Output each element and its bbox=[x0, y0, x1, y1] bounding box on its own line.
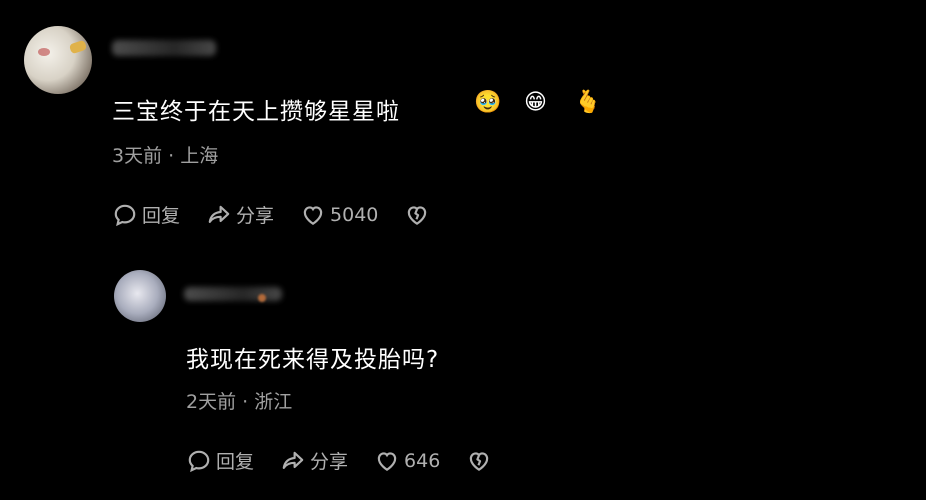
share-label: 分享 bbox=[236, 205, 275, 227]
reply-label: 回复 bbox=[216, 451, 255, 473]
share-arrow-icon bbox=[282, 451, 304, 469]
emoji: 🥹 bbox=[474, 90, 502, 115]
reply-button[interactable]: 回复 bbox=[186, 447, 254, 474]
speech-bubble-icon bbox=[114, 204, 136, 226]
share-button[interactable]: 分享 bbox=[206, 201, 274, 228]
heart-icon bbox=[303, 205, 323, 225]
like-count: 646 bbox=[404, 449, 441, 472]
broken-heart-icon bbox=[408, 205, 427, 225]
share-arrow-icon bbox=[208, 205, 230, 223]
username-blurred[interactable] bbox=[184, 287, 282, 301]
avatar[interactable] bbox=[24, 26, 92, 94]
username-badge bbox=[258, 294, 266, 302]
emoji: 😁 bbox=[524, 90, 547, 115]
separator: · bbox=[168, 145, 175, 167]
like-count: 5040 bbox=[330, 203, 379, 226]
emoji: 🫰 bbox=[574, 90, 602, 115]
heart-icon bbox=[377, 451, 397, 471]
comment-meta: 2天前 · 浙江 bbox=[186, 387, 292, 414]
share-button[interactable]: 分享 bbox=[280, 447, 348, 474]
avatar[interactable] bbox=[114, 270, 166, 322]
avatar-detail bbox=[38, 48, 50, 56]
broken-heart-icon bbox=[470, 451, 489, 471]
share-label: 分享 bbox=[310, 451, 349, 473]
like-button[interactable]: 5040 bbox=[300, 202, 378, 228]
speech-bubble-icon bbox=[188, 450, 210, 472]
comment-actions: 回复 分享 646 bbox=[186, 447, 492, 474]
comment-meta: 3天前 · 上海 bbox=[112, 141, 218, 168]
location: 上海 bbox=[180, 145, 219, 167]
location: 浙江 bbox=[254, 391, 293, 413]
reply-button[interactable]: 回复 bbox=[112, 201, 180, 228]
comment-text: 三宝终于在天上攒够星星啦 bbox=[112, 99, 400, 125]
dislike-button[interactable] bbox=[404, 202, 430, 228]
comment-text: 我现在死来得及投胎吗? bbox=[186, 347, 440, 373]
separator: · bbox=[242, 391, 249, 413]
timestamp: 2天前 bbox=[186, 391, 237, 413]
reply-label: 回复 bbox=[142, 205, 181, 227]
like-button[interactable]: 646 bbox=[374, 448, 440, 474]
dislike-button[interactable] bbox=[466, 448, 492, 474]
username-blurred[interactable] bbox=[112, 40, 216, 56]
avatar-detail bbox=[68, 39, 88, 55]
timestamp: 3天前 bbox=[112, 145, 163, 167]
comment-actions: 回复 分享 5040 bbox=[112, 201, 430, 228]
